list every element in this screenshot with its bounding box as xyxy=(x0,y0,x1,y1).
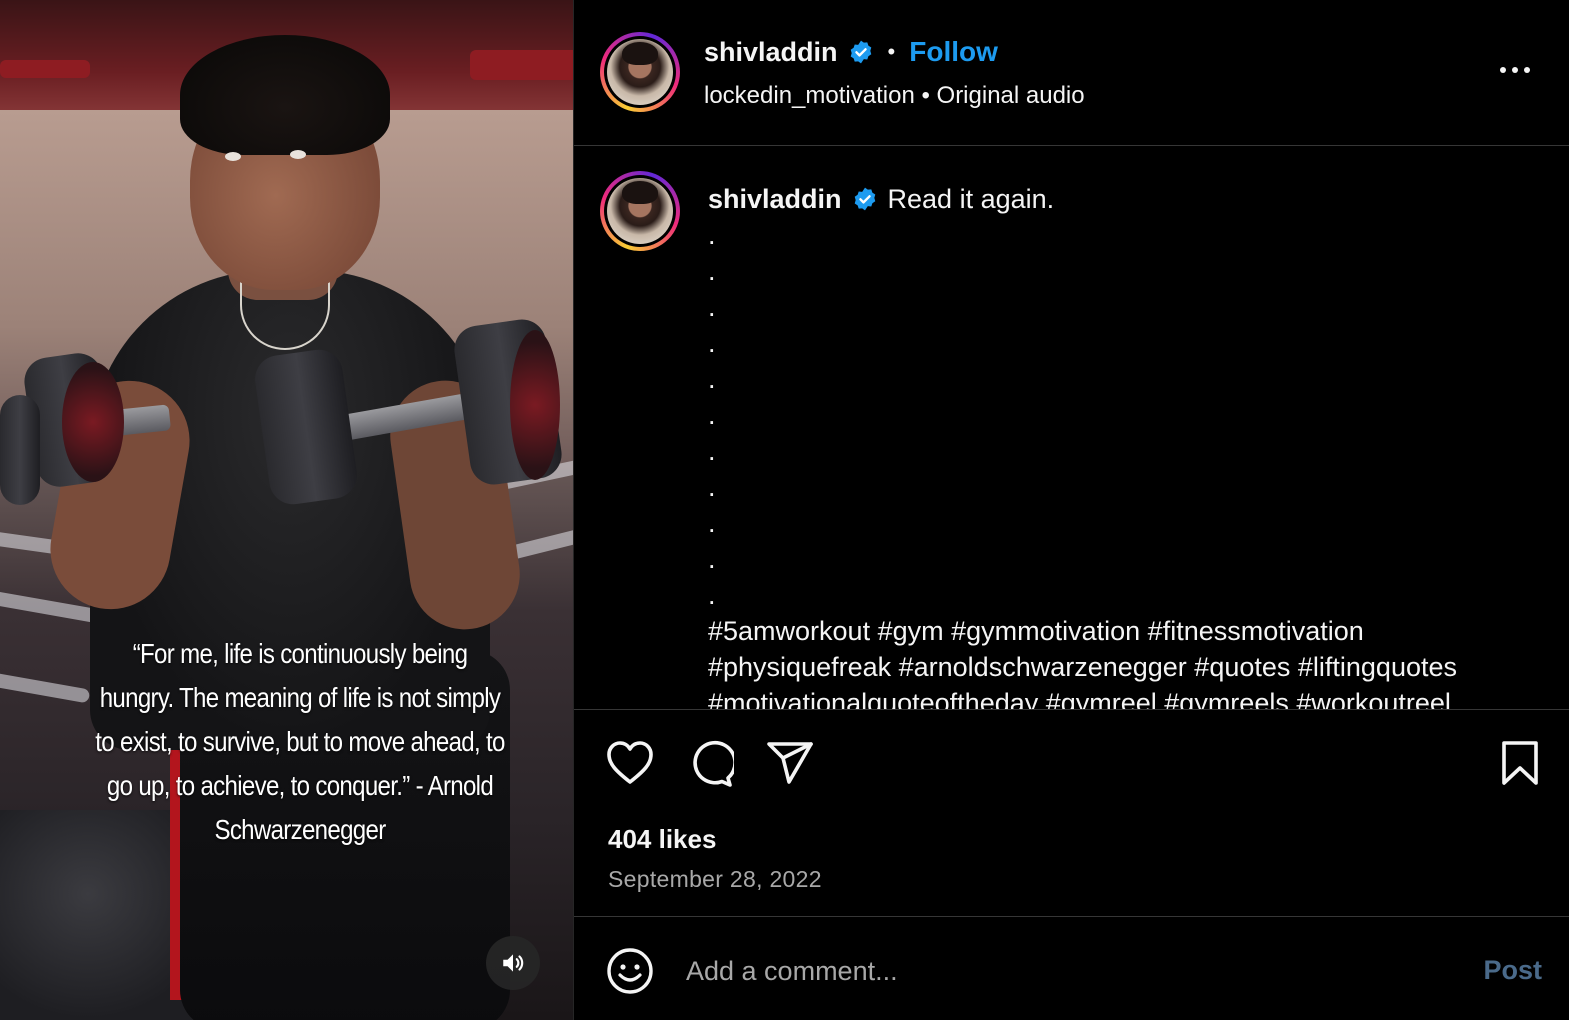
mute-toggle-button[interactable] xyxy=(486,936,540,990)
author-username[interactable]: shivladdin xyxy=(704,37,838,68)
caption-dot: . xyxy=(708,256,716,286)
gym-red-bar xyxy=(0,60,90,78)
more-options-icon[interactable] xyxy=(1500,58,1534,82)
caption-dot: . xyxy=(708,436,716,466)
caption-dot: . xyxy=(708,472,716,502)
caption-dot: . xyxy=(708,580,716,610)
heart-icon xyxy=(607,741,653,784)
caption-section: shivladdin Read it again. . . . . . . . … xyxy=(574,147,1569,709)
caption-dots: . . . . . . . . . . . xyxy=(708,217,1548,613)
verified-badge-icon xyxy=(850,40,871,64)
save-button[interactable] xyxy=(1500,740,1540,791)
audio-source-link[interactable]: lockedin_motivation • Original audio xyxy=(704,82,1085,110)
comment-icon xyxy=(693,740,737,787)
comment-button[interactable] xyxy=(686,740,737,793)
likes-count[interactable]: 404 likes xyxy=(608,824,716,855)
hashtags-line[interactable]: #physiquefreak #arnoldschwarzenegger #qu… xyxy=(708,649,1548,685)
post-details-panel: shivladdin • Follow lockedin_motivation … xyxy=(573,0,1569,1020)
caption-dot: . xyxy=(708,364,716,394)
post-comment-button[interactable]: Post xyxy=(1483,955,1542,986)
post-actions: 404 likes September 28, 2022 xyxy=(574,709,1569,915)
dumbbell-cap xyxy=(62,362,124,482)
comment-input[interactable] xyxy=(686,951,1446,991)
caption-dot: . xyxy=(708,508,716,538)
dumbbell-plate xyxy=(0,395,40,505)
caption-dot: . xyxy=(708,328,716,358)
avatar-image xyxy=(607,178,673,244)
caption-author-avatar[interactable] xyxy=(600,171,680,251)
emoji-icon xyxy=(607,948,653,994)
like-button[interactable] xyxy=(606,740,654,791)
reel-video[interactable]: “For me, life is continuously being hung… xyxy=(0,0,573,1020)
verified-badge-icon xyxy=(854,187,875,211)
header-separator: • xyxy=(887,39,896,64)
header-title-row: shivladdin • Follow xyxy=(704,36,998,68)
athlete-hair xyxy=(180,35,390,155)
caption-hashtags: #5amworkout #gym #gymmotivation #fitness… xyxy=(708,613,1548,709)
share-button[interactable] xyxy=(766,740,814,793)
caption-first-line: shivladdin Read it again. xyxy=(708,181,1548,217)
comment-bar: Post xyxy=(574,916,1569,1020)
athlete-eye xyxy=(290,150,306,159)
gym-red-bar xyxy=(470,50,573,80)
athlete-eye xyxy=(225,152,241,161)
caption-username[interactable]: shivladdin xyxy=(708,181,842,217)
caption-dot: . xyxy=(708,292,716,322)
avatar-image xyxy=(607,39,673,105)
post-date: September 28, 2022 xyxy=(608,866,822,892)
author-avatar[interactable] xyxy=(600,32,680,112)
speaker-on-icon xyxy=(503,954,524,972)
video-quote-overlay: “For me, life is continuously being hung… xyxy=(95,638,505,845)
caption-dot: . xyxy=(708,400,716,430)
bookmark-icon xyxy=(1502,741,1538,785)
dumbbell-cap xyxy=(510,330,560,480)
send-icon xyxy=(767,742,813,784)
caption-body: shivladdin Read it again. . . . . . . . … xyxy=(708,181,1548,709)
caption-dot: . xyxy=(708,544,716,574)
hashtags-line[interactable]: #motivationalquoteoftheday #gymreel #gym… xyxy=(708,685,1548,709)
caption-dot: . xyxy=(708,220,716,250)
light-stripe xyxy=(0,670,91,704)
emoji-button[interactable] xyxy=(606,947,654,1000)
follow-button[interactable]: Follow xyxy=(909,36,998,68)
post-header: shivladdin • Follow lockedin_motivation … xyxy=(574,0,1569,146)
caption-text: Read it again. xyxy=(887,184,1055,214)
hashtags-line[interactable]: #5amworkout #gym #gymmotivation #fitness… xyxy=(708,613,1548,649)
